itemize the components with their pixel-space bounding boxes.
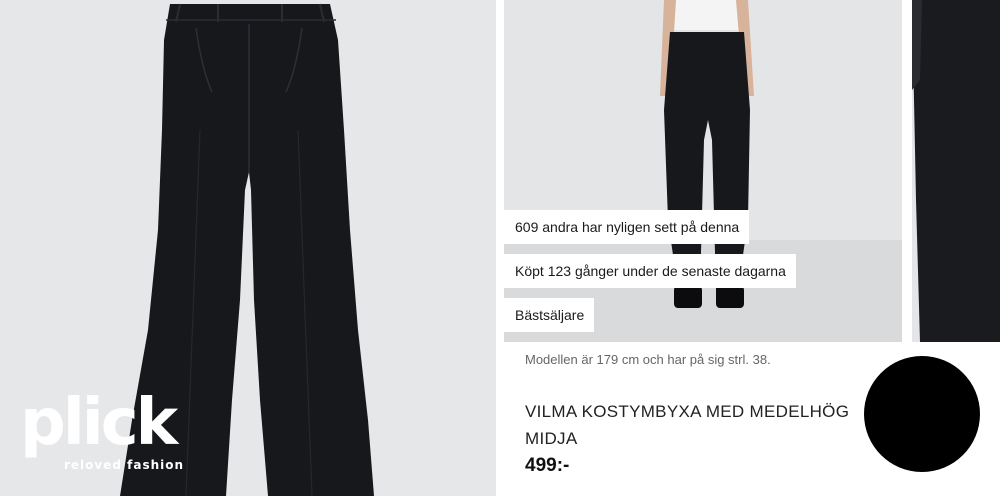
model-photo[interactable] bbox=[504, 0, 902, 342]
logo-tagline: reloved fashion bbox=[64, 458, 185, 472]
recently-viewed-badge: 609 andra har nyligen sett på denna bbox=[504, 210, 750, 244]
product-price: 499:- bbox=[525, 455, 570, 476]
product-title[interactable]: VILMA KOSTYMBYXA MED MEDELHÖG MIDJA bbox=[525, 398, 870, 452]
plick-logo: plick reloved fashion bbox=[20, 388, 200, 478]
detail-photo[interactable] bbox=[912, 0, 1000, 342]
bestseller-badge: Bästsäljare bbox=[504, 298, 595, 332]
trouser-detail-image bbox=[912, 0, 1000, 342]
model-image bbox=[504, 0, 902, 342]
logo-wordmark: plick bbox=[20, 386, 178, 460]
purchase-count-badge: Köpt 123 gånger under de senaste dagarna bbox=[504, 254, 796, 288]
redaction-circle bbox=[864, 356, 980, 472]
product-listing-screenshot: 609 andra har nyligen sett på denna Köpt… bbox=[496, 0, 1000, 496]
model-size-info: Modellen är 179 cm och har på sig strl. … bbox=[525, 352, 771, 367]
main-product-photo[interactable]: plick reloved fashion bbox=[0, 0, 496, 496]
